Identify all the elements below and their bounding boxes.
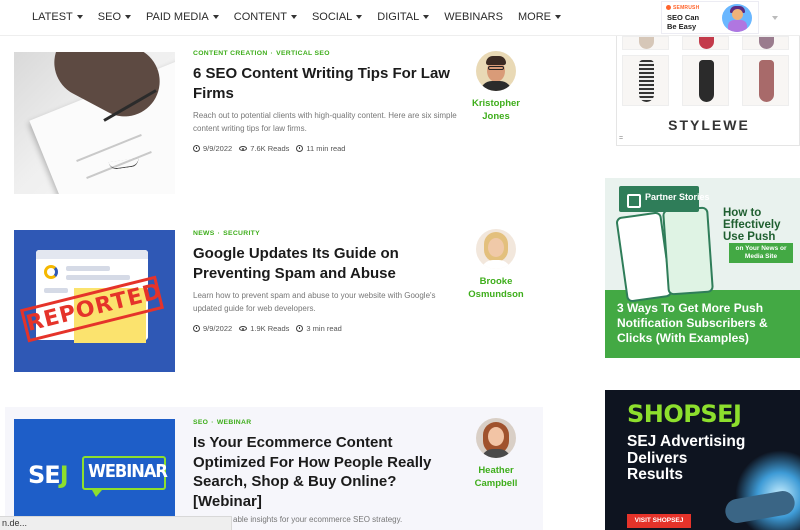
ad-headline: How to Effectively Use Push	[723, 207, 781, 243]
caret-down-icon	[212, 15, 219, 19]
nav-item-social[interactable]: SOCIAL	[311, 11, 363, 23]
article-categories: SEO · WEBINAR	[193, 419, 252, 426]
shopsej-logo: SHOPSEJ	[627, 400, 742, 428]
article-date: 9/9/2022	[203, 144, 233, 153]
article-date: 9/9/2022	[203, 324, 233, 333]
product-thumbnail	[622, 36, 669, 50]
ad-text: 3 Ways To Get More Push Notification Sub…	[617, 301, 768, 345]
article-image[interactable]: REPORTED	[14, 230, 175, 372]
nav-label: LATEST	[32, 11, 73, 23]
clock-icon	[296, 325, 304, 332]
nav-item-webinars[interactable]: WEBINARS	[444, 11, 503, 23]
nav-label: MORE	[517, 11, 551, 23]
category-link[interactable]: SEO	[193, 419, 208, 426]
nav-label: DIGITAL	[377, 11, 420, 23]
webinar-label: WEBINAR	[88, 461, 168, 482]
article-body: CONTENT CREATION · VERTICAL SEO 6 SEO Cont…	[193, 50, 458, 153]
clock-icon	[296, 145, 304, 152]
article-title[interactable]: 6 SEO Content Writing Tips For Law Firms	[193, 64, 458, 103]
author-name: Kristopher Jones	[471, 98, 521, 122]
article-card: CONTENT CREATION · VERTICAL SEO 6 SEO Cont…	[0, 50, 560, 200]
article-categories: CONTENT CREATION · VERTICAL SEO	[193, 50, 330, 57]
category-link[interactable]: CONTENT CREATION	[193, 50, 268, 57]
shopsej-ad[interactable]: SHOPSEJ SEJ Advertising Delivers Results…	[605, 390, 800, 530]
article-excerpt: Learn how to prevent spam and abuse to y…	[193, 291, 436, 313]
category-link[interactable]: NEWS	[193, 230, 215, 237]
article-author[interactable]: Brooke Osmundson	[458, 229, 534, 301]
article-meta: 9/9/2022 7.6K Reads 11 min read	[193, 144, 458, 153]
browser-status-bar: n.de...	[0, 516, 232, 530]
nav-item-paid-media[interactable]: PAID MEDIA	[146, 11, 219, 23]
article-body: SEO · WEBINAR Is Your Ecommerce Content Op…	[193, 419, 458, 527]
author-name: Brooke Osmundson	[468, 276, 524, 300]
article-categories: NEWS · SECURITY	[193, 230, 260, 237]
article-title[interactable]: Google Updates Its Guide on Preventing S…	[193, 244, 458, 283]
product-thumbnail	[622, 55, 669, 106]
avatar	[476, 418, 516, 458]
promo-illustration	[722, 4, 752, 32]
promo-text: SEO Can Be Easy	[667, 13, 700, 31]
nav-item-content[interactable]: CONTENT	[234, 11, 297, 23]
article-excerpt: able insights for your ecommerce SEO str…	[233, 515, 403, 524]
nav-label: PAID MEDIA	[146, 11, 209, 23]
nav-label: SEO	[97, 11, 121, 23]
article-reads: 7.6K Reads	[250, 144, 290, 153]
semrush-promo-ad[interactable]: SEMRUSH SEO Can Be Easy	[661, 1, 759, 34]
nav-item-latest[interactable]: LATEST	[32, 11, 83, 23]
nav-label: SOCIAL	[311, 11, 353, 23]
nav-label: WEBINARS	[444, 11, 503, 23]
caret-down-icon	[423, 15, 430, 19]
avatar	[476, 51, 516, 91]
eye-icon	[239, 146, 248, 151]
caret-down-icon	[76, 15, 83, 19]
product-thumbnail	[742, 36, 789, 50]
semrush-logo: SEMRUSH	[666, 5, 699, 11]
ad-choices-icon[interactable]: =	[619, 135, 623, 142]
partner-stories-ad[interactable]: Partner Stories How to Effectively Use P…	[605, 178, 800, 358]
article-reads: 1.9K Reads	[250, 324, 290, 333]
product-thumbnail	[682, 55, 729, 106]
author-name: Heather Campbell	[474, 465, 518, 489]
article-title[interactable]: Is Your Ecommerce Content Optimized For …	[193, 433, 458, 511]
nav-menu: LATEST SEO PAID MEDIA CONTENT SOCIAL DIG…	[32, 11, 576, 23]
ad-text: SEJ Advertising Delivers Results	[627, 433, 746, 483]
caret-down-icon	[125, 15, 131, 19]
ad-subheadline: on Your News or Media Site	[729, 243, 793, 263]
partner-stories-label: Partner Stories	[645, 192, 710, 202]
caret-down-icon	[356, 15, 363, 19]
category-link[interactable]: SECURITY	[223, 230, 260, 237]
nav-item-digital[interactable]: DIGITAL	[377, 11, 430, 23]
article-author[interactable]: Kristopher Jones	[458, 51, 534, 123]
chevron-down-icon[interactable]	[772, 16, 778, 20]
visit-shopsej-button[interactable]: VISIT SHOPSEJ	[627, 514, 691, 528]
top-navigation: LATEST SEO PAID MEDIA CONTENT SOCIAL DIG…	[0, 0, 800, 36]
stylewe-logo: STYLEWE	[668, 117, 750, 133]
caret-down-icon	[554, 15, 561, 19]
nav-item-more[interactable]: MORE	[518, 11, 561, 23]
category-link[interactable]: WEBINAR	[217, 419, 252, 426]
article-read-time: 3 min read	[306, 324, 342, 333]
nav-item-seo[interactable]: SEO	[98, 11, 131, 23]
article-card: SEJ WEBINAR SEO · WEBINAR Is Your Ecommerc…	[0, 416, 560, 530]
sej-logo-text: SEJ	[28, 461, 69, 489]
article-body: NEWS · SECURITY Google Updates Its Guide o…	[193, 230, 458, 333]
clock-icon	[193, 145, 200, 152]
caret-down-icon	[290, 15, 297, 19]
stylewe-ad[interactable]: STYLEWE =	[616, 36, 800, 146]
article-card: REPORTED NEWS · SECURITY Google Updates It…	[0, 228, 560, 378]
nav-label: CONTENT	[233, 11, 287, 23]
article-image[interactable]	[14, 52, 175, 194]
article-excerpt: Reach out to potential clients with high…	[193, 111, 457, 133]
article-image[interactable]: SEJ WEBINAR	[14, 419, 175, 530]
article-meta: 9/9/2022 1.9K Reads 3 min read	[193, 324, 458, 333]
product-thumbnail	[682, 36, 729, 50]
article-read-time: 11 min read	[306, 144, 346, 153]
eye-icon	[239, 326, 248, 331]
partner-stories-icon	[627, 194, 641, 208]
category-link[interactable]: VERTICAL SEO	[276, 50, 330, 57]
clock-icon	[193, 325, 200, 332]
product-thumbnail	[742, 55, 789, 106]
avatar	[476, 229, 516, 269]
article-author[interactable]: Heather Campbell	[458, 418, 534, 490]
